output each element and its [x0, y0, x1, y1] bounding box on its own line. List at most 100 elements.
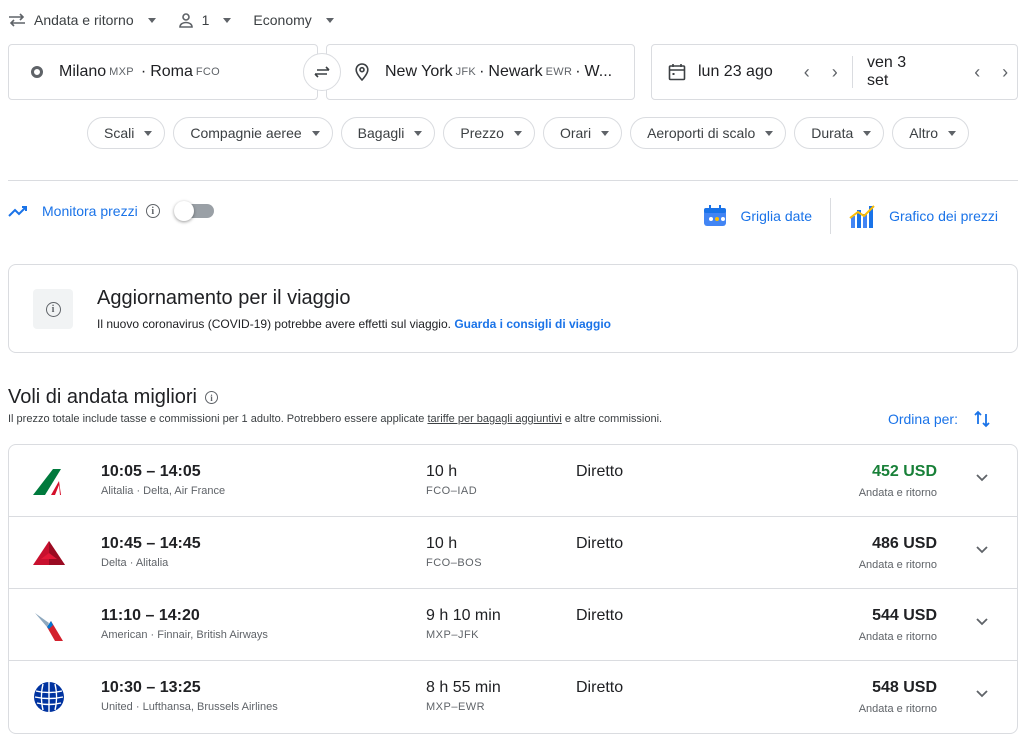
flight-row[interactable]: 11:10 – 14:20 American · Finnair, Britis…	[9, 589, 1017, 661]
alitalia-logo	[33, 469, 61, 495]
travel-advice-link[interactable]: Guarda i consigli di viaggio	[454, 317, 611, 331]
filter-chip-connecting-airports[interactable]: Aeroporti di scalo	[630, 117, 787, 149]
round-trip-icon	[9, 13, 25, 27]
filter-chip-times[interactable]: Orari	[542, 117, 623, 149]
return-date: ven 3 set	[867, 54, 907, 89]
chevron-right-icon[interactable]: ›	[823, 62, 847, 83]
dest-city-2: Newark	[488, 63, 543, 80]
track-prices-label: Monitora prezzi	[42, 203, 138, 219]
chip-label: Scali	[104, 125, 135, 141]
sort-button[interactable]: Ordina per:	[888, 410, 990, 428]
trip-type-select[interactable]: Andata e ritorno	[8, 12, 156, 28]
calendar-icon	[668, 64, 686, 81]
track-prices-toggle[interactable]	[173, 201, 214, 221]
dest-code-2: EWR	[545, 66, 573, 78]
tools-divider	[830, 198, 832, 234]
chevron-down-icon	[948, 130, 957, 136]
travel-update-body: Il nuovo coronavirus (COVID-19) potrebbe…	[97, 317, 611, 331]
search-row: Milano MXP · Roma FCO New York JFK · New…	[8, 44, 1018, 100]
info-icon[interactable]: i	[205, 391, 218, 404]
destination-field[interactable]: New York JFK · Newark EWR · W...	[326, 44, 635, 100]
chevron-left-icon[interactable]: ‹	[965, 62, 989, 83]
info-icon-box: i	[33, 289, 73, 329]
filter-chips: Scali Compagnie aeree Bagagli Prezzo Ora…	[87, 117, 970, 149]
chevron-down-icon	[414, 130, 423, 136]
passengers-select[interactable]: 1	[178, 12, 232, 28]
sort-label: Ordina per:	[887, 411, 958, 427]
results-subtitle: Il prezzo totale include tasse e commiss…	[8, 413, 662, 425]
chip-label: Prezzo	[460, 125, 504, 141]
passengers-count: 1	[201, 12, 210, 28]
chevron-down-icon	[765, 130, 774, 136]
american-logo	[35, 613, 63, 641]
flight-route: MXP–EWR	[426, 701, 486, 713]
chevron-down-icon	[325, 17, 334, 23]
flight-row[interactable]: 10:05 – 14:05 Alitalia · Delta, Air Fran…	[9, 445, 1017, 517]
flight-price-type: Andata e ritorno	[858, 703, 937, 715]
chip-label: Durata	[811, 125, 854, 141]
depart-date-field[interactable]: lun 23 ago ‹ ›	[652, 45, 852, 99]
flight-route: MXP–JFK	[426, 629, 480, 641]
flight-price: 548 USD	[872, 679, 937, 696]
cabin-class-select[interactable]: Economy	[253, 12, 334, 28]
baggage-fees-link[interactable]: tariffe per bagagli aggiuntivi	[427, 413, 561, 425]
flight-stops: Diretto	[576, 679, 624, 696]
info-icon: i	[45, 301, 61, 317]
chevron-left-icon[interactable]: ‹	[795, 62, 819, 83]
flight-row[interactable]: 10:45 – 14:45 Delta · Alitalia 10 h FCO–…	[9, 517, 1017, 589]
chevron-right-icon[interactable]: ›	[993, 62, 1017, 83]
flight-price: 544 USD	[872, 607, 937, 624]
dest-overflow: W...	[584, 63, 613, 80]
price-graph-label: Grafico dei prezzi	[889, 208, 998, 224]
price-graph-button[interactable]: Grafico dei prezzi	[849, 198, 998, 234]
info-icon[interactable]: i	[145, 204, 160, 218]
dest-city-1: New York	[385, 63, 453, 80]
flight-row[interactable]: 10:30 – 13:25 United · Lufthansa, Brusse…	[9, 661, 1017, 733]
flight-price-type: Andata e ritorno	[858, 631, 937, 643]
flight-times: 10:30 – 13:25	[101, 679, 201, 696]
filter-chip-bags[interactable]: Bagagli	[340, 117, 436, 149]
flight-price-type: Andata e ritorno	[858, 487, 937, 499]
filter-chip-price[interactable]: Prezzo	[443, 117, 535, 149]
person-icon	[178, 13, 193, 28]
date-grid-button[interactable]: Griglia date	[702, 200, 812, 232]
view-tools: Griglia date Grafico dei prezzi	[702, 198, 998, 234]
chevron-down-icon[interactable]	[975, 473, 989, 483]
chip-label: Compagnie aeree	[190, 125, 302, 141]
results-title-text: Voli di andata migliori	[8, 386, 197, 408]
filter-chip-stops[interactable]: Scali	[87, 117, 166, 149]
origin-field[interactable]: Milano MXP · Roma FCO	[8, 44, 318, 100]
sort-icon	[974, 410, 990, 428]
dest-separator-2: ·	[575, 63, 581, 80]
toggle-knob	[173, 201, 194, 221]
results-title: Voli di andata migliori i	[8, 386, 218, 409]
travel-update-title: Aggiornamento per il viaggio	[97, 287, 351, 309]
dest-separator-1: ·	[479, 63, 485, 80]
flight-results-list: 10:05 – 14:05 Alitalia · Delta, Air Fran…	[8, 444, 1018, 734]
chevron-down-icon[interactable]	[975, 545, 989, 555]
flight-price: 486 USD	[872, 535, 937, 552]
chip-label: Bagagli	[357, 125, 405, 141]
dest-code-1: JFK	[455, 66, 477, 78]
price-graph-icon	[849, 205, 875, 228]
filter-chip-duration[interactable]: Durata	[794, 117, 885, 149]
flight-price: 452 USD	[872, 463, 937, 480]
chip-label: Aeroporti di scalo	[647, 125, 756, 141]
chevron-down-icon[interactable]	[975, 689, 989, 699]
filter-chip-more[interactable]: Altro	[892, 117, 970, 149]
flight-airlines: Delta · Alitalia	[101, 557, 169, 569]
trip-type-label: Andata e ritorno	[34, 12, 134, 28]
chevron-down-icon	[147, 17, 156, 23]
united-logo	[33, 681, 65, 713]
trending-icon	[8, 206, 27, 217]
date-grid-icon	[704, 205, 727, 226]
filter-chip-airlines[interactable]: Compagnie aeree	[173, 117, 333, 149]
swap-button[interactable]	[303, 53, 341, 91]
return-date-field[interactable]: ven 3 set ‹ ›	[853, 45, 1017, 99]
flight-duration: 10 h	[426, 463, 458, 480]
flight-airlines: Alitalia · Delta, Air France	[101, 485, 226, 497]
chevron-down-icon[interactable]	[975, 617, 989, 627]
chip-label: Altro	[909, 125, 939, 141]
track-prices: Monitora prezzi i	[8, 201, 214, 221]
origin-code-2: FCO	[195, 66, 221, 78]
